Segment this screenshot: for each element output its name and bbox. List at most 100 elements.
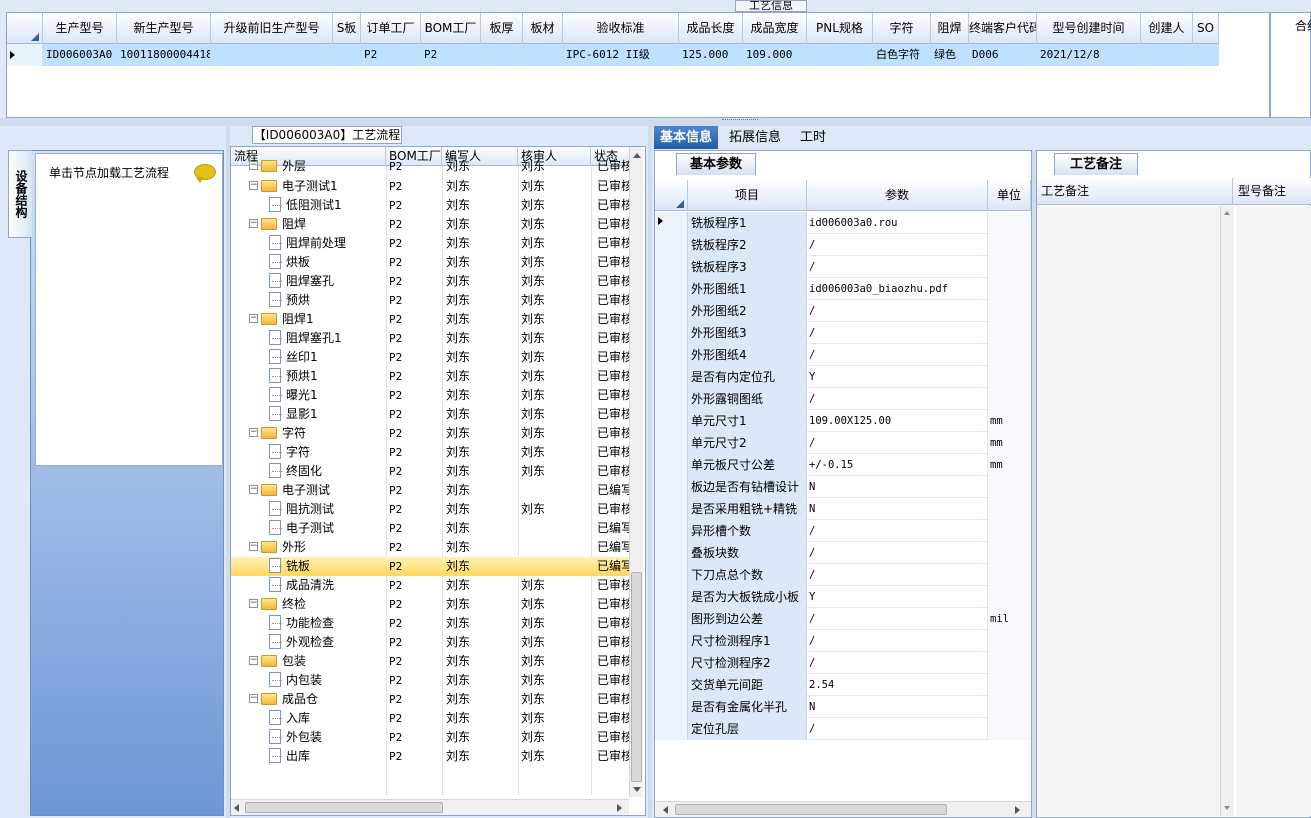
tree-node-step[interactable]: 功能检查 P2 刘东 刘东 已审核 [231,614,631,633]
tree-node-step[interactable]: 成品清洗 P2 刘东 刘东 已审核 [231,576,631,595]
tree-node-step[interactable]: 阻抗测试 P2 刘东 刘东 已审核 [231,500,631,519]
param-value-cell[interactable]: / [807,322,988,344]
tree-node-step[interactable]: 电子测试 P2 刘东 已编写 [231,519,631,538]
column-header[interactable]: 板厚 [481,13,523,44]
param-value-cell[interactable]: Y [807,586,988,608]
tree-node-step[interactable]: 铣板 P2 刘东 已编写 [231,557,629,576]
tree-node-label[interactable]: 内包装 [269,671,386,690]
param-value-cell[interactable]: / [807,608,988,630]
tree-node-group[interactable]: − 阻焊1 P2 刘东 刘东 已审核 [231,310,631,329]
tree-node-label[interactable]: 烘板 [269,253,386,272]
param-value-cell[interactable]: / [807,630,988,652]
tree-node-step[interactable]: 丝印1 P2 刘东 刘东 已审核 [231,348,631,367]
param-row[interactable]: 交货单元间距 2.54 [655,674,1031,696]
param-row[interactable]: 尺寸检测程序2/ [655,652,1031,674]
tree-node-step[interactable]: 阻焊塞孔 P2 刘东 刘东 已审核 [231,272,631,291]
param-row[interactable]: 外形图纸1 id006003a0_biaozhu.pdf [655,278,1031,300]
tree-node-label[interactable]: 成品清洗 [269,576,386,595]
param-row[interactable]: 是否有金属化半孔 N [655,696,1031,718]
params-horizontal-scrollbar[interactable] [655,801,1031,817]
scroll-right-icon[interactable] [617,804,622,812]
scroll-down-icon[interactable] [633,787,641,792]
column-header[interactable]: S板 [333,13,361,44]
param-value-cell[interactable]: / [807,256,988,278]
collapse-toggle-icon[interactable]: − [249,694,258,703]
tree-node-step[interactable]: 外观检查 P2 刘东 刘东 已审核 [231,633,631,652]
tree-node-group[interactable]: − 包装 P2 刘东 刘东 已审核 [231,652,631,671]
tree-node-label[interactable]: 阻焊塞孔1 [269,329,386,348]
param-column-header[interactable]: 参数 [807,180,988,211]
param-column-header[interactable]: 单位 [988,180,1031,211]
table-cell[interactable] [1193,44,1219,66]
scroll-up-icon[interactable] [633,153,641,158]
param-value-cell[interactable]: Y [807,366,988,388]
param-value-cell[interactable]: id006003a0_biaozhu.pdf [807,278,988,300]
tree-node-step[interactable]: 入库 P2 刘东 刘东 已审核 [231,709,631,728]
param-row[interactable]: 下刀点总个数 / [655,564,1031,586]
tree-node-label[interactable]: 电子测试 [269,519,386,538]
tree-node-label[interactable]: 曝光1 [269,386,386,405]
column-header[interactable]: 升级前旧生产型号 [211,13,333,44]
tree-node-label[interactable]: 显影1 [269,405,386,424]
vertical-splitter[interactable] [648,126,652,818]
scroll-left-icon[interactable] [234,804,239,812]
table-cell[interactable]: 绿色 [931,44,969,66]
param-value-cell[interactable]: id006003a0.rou [807,212,988,234]
param-row[interactable]: 定位孔层 / [655,718,1031,740]
param-value-cell[interactable]: / [807,300,988,322]
collapse-toggle-icon[interactable]: − [249,181,258,190]
tree-node-step[interactable]: 曝光1 P2 刘东 刘东 已审核 [231,386,631,405]
model-remark-field[interactable] [1236,206,1311,816]
param-value-cell[interactable]: N [807,476,988,498]
tree-node-label[interactable]: 外包装 [269,728,386,747]
table-cell[interactable]: 109.000 [743,44,807,66]
tree-node-label[interactable]: 阻抗测试 [269,500,386,519]
table-cell[interactable]: 10011800004418 [117,44,211,66]
column-header[interactable]: 新生产型号 [117,13,211,44]
table-cell[interactable]: 白色字符 [873,44,931,66]
tree-node-label[interactable]: 丝印1 [269,348,386,367]
tree-node-label[interactable]: 低阻测试1 [269,196,386,215]
tree-node-label[interactable]: 功能检查 [269,614,386,633]
param-value-cell[interactable]: / [807,432,988,454]
tree-node-label[interactable]: − 外层 [249,157,386,176]
tree-node-group[interactable]: − 终检 P2 刘东 刘东 已审核 [231,595,631,614]
table-cell[interactable] [211,44,333,66]
param-value-cell[interactable]: 109.00X125.00 [807,410,988,432]
scroll-down-icon[interactable] [1224,806,1230,810]
param-value-cell[interactable]: / [807,542,988,564]
top-tab-label[interactable]: 工艺信息 [735,0,807,12]
table-cell[interactable]: P2 [421,44,481,66]
param-value-cell[interactable]: / [807,520,988,542]
tree-node-step[interactable]: 字符 P2 刘东 刘东 已审核 [231,443,631,462]
collapse-toggle-icon[interactable]: − [249,599,258,608]
tree-node-label[interactable]: − 电子测试 [249,481,386,500]
param-value-cell[interactable]: / [807,564,988,586]
param-row[interactable]: 外形图纸4/ [655,344,1031,366]
column-header[interactable]: 订单工厂 [361,13,421,44]
tree-node-label[interactable]: − 包装 [249,652,386,671]
param-value-cell[interactable]: / [807,388,988,410]
column-header[interactable]: 板材 [523,13,563,44]
tree-node-step[interactable]: 阻焊前处理 P2 刘东 刘东 已审核 [231,234,631,253]
table-cell[interactable]: 2021/12/8 [1037,44,1141,66]
param-value-cell[interactable]: +/-0.15 [807,454,988,476]
tree-node-step[interactable]: 出库 P2 刘东 刘东 已审核 [231,747,631,766]
param-row[interactable]: 尺寸检测程序1/ [655,630,1031,652]
column-header[interactable]: 验收标准 [563,13,679,44]
param-row[interactable]: 外形露铜图纸 / [655,388,1031,410]
table-cell[interactable] [807,44,873,66]
tree-node-step[interactable]: 外包装 P2 刘东 刘东 已审核 [231,728,631,747]
tree-node-step[interactable]: 预烘1 P2 刘东 刘东 已审核 [231,367,631,386]
param-row[interactable]: 外形图纸2/ [655,300,1031,322]
tree-node-label[interactable]: 阻焊塞孔 [269,272,386,291]
tree-node-label[interactable]: 阻焊前处理 [269,234,386,253]
process-remark-field[interactable] [1037,206,1233,816]
tree-node-group[interactable]: − 电子测试 P2 刘东 已编写 [231,481,631,500]
tree-node-label[interactable]: 预烘1 [269,367,386,386]
scroll-right-icon[interactable] [1015,806,1020,814]
tree-node-group[interactable]: − 外层 P2 刘东 刘东 已审核 [231,157,631,176]
table-cell[interactable]: P2 [361,44,421,66]
tree-node-label[interactable]: − 阻焊 [249,215,386,234]
param-row[interactable]: 图形到边公差 / mil [655,608,1031,630]
